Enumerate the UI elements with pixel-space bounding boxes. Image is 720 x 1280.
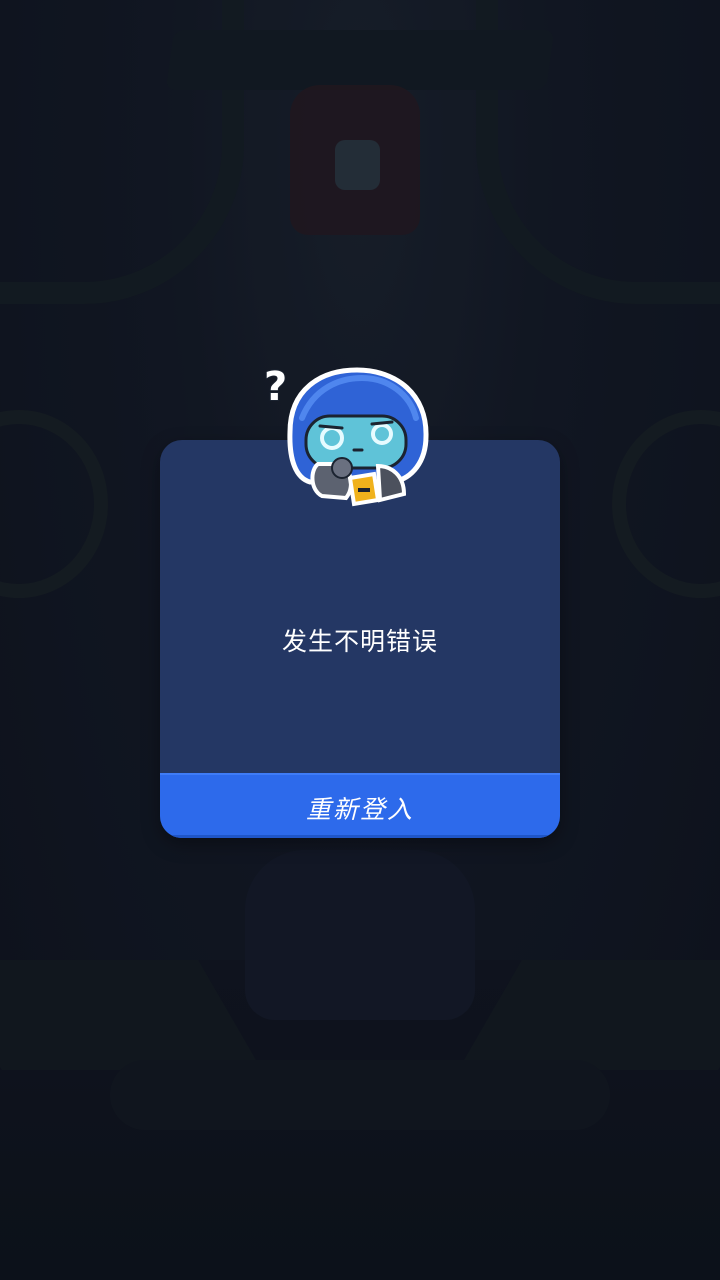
question-mark-icon: ? bbox=[264, 364, 287, 410]
relogin-button[interactable]: 重新登入 bbox=[160, 773, 560, 838]
confused-robot-mascot: ? bbox=[263, 363, 429, 507]
error-message: 发生不明错误 bbox=[281, 627, 438, 656]
